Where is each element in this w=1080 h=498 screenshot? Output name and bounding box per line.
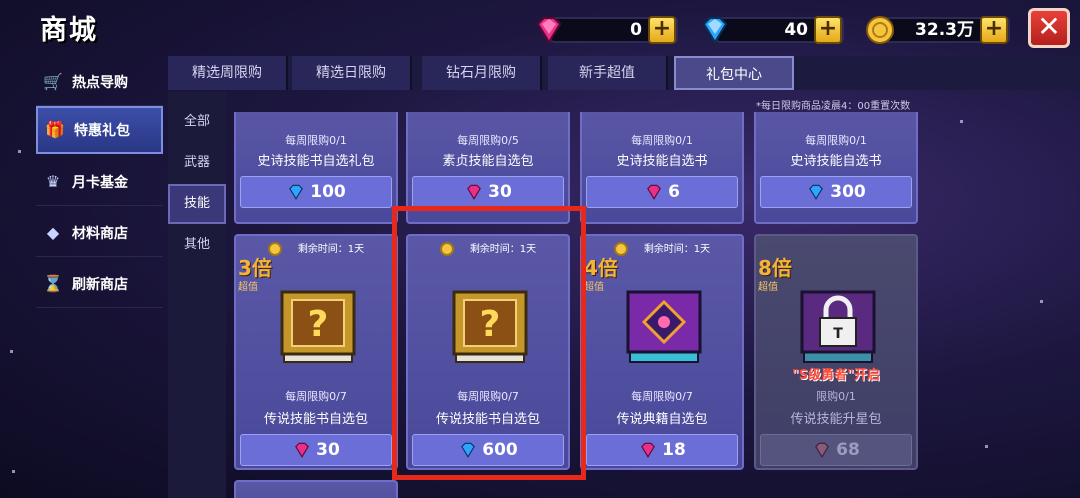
purchase-limit: 每周限购0/5 bbox=[457, 134, 519, 147]
add-gold-button[interactable]: + bbox=[980, 16, 1008, 44]
buy-button[interactable]: 300 bbox=[760, 176, 912, 208]
item-name: 传说技能升星包 bbox=[790, 412, 882, 427]
purchase-limit: 每周限购0/1 bbox=[285, 134, 347, 147]
legendary-tome-icon bbox=[626, 290, 702, 363]
item-name: 素贞技能自选包 bbox=[442, 154, 534, 169]
subcat-skill[interactable]: 技能 bbox=[168, 184, 226, 224]
item-name: 传说典籍自选包 bbox=[616, 412, 708, 427]
purchase-limit: 每周限购0/1 bbox=[631, 134, 693, 147]
item-name: 史诗技能自选书 bbox=[790, 154, 882, 169]
subcat-other[interactable]: 其他 bbox=[168, 225, 226, 265]
gift-card[interactable]: 剩余时间：1天 3倍 超值 ? 每周限购0/7 传说技能书自选包 30 bbox=[234, 234, 398, 470]
subcat-weapon[interactable]: 武器 bbox=[168, 143, 226, 183]
buy-button[interactable]: 6 bbox=[586, 176, 738, 208]
buy-button-disabled: 68 bbox=[760, 434, 912, 466]
left-sidebar: 🛒 热点导购 🎁 特惠礼包 ♛ 月卡基金 ◆ 材料商店 ⌛ 刷新商店 bbox=[36, 58, 163, 498]
hourglass-icon: ⌛ bbox=[43, 273, 63, 293]
close-button[interactable]: ✕ bbox=[1028, 8, 1070, 48]
sidebar-item-material-shop[interactable]: ◆ 材料商店 bbox=[36, 209, 163, 257]
buy-button[interactable]: 100 bbox=[240, 176, 392, 208]
sidebar-item-monthly-fund[interactable]: ♛ 月卡基金 bbox=[36, 158, 163, 206]
tab-gift-center[interactable]: 礼包中心 bbox=[674, 56, 794, 90]
add-pink-gem-button[interactable]: + bbox=[648, 16, 676, 44]
subcategory-list: 全部 武器 技能 其他 bbox=[168, 92, 226, 498]
value-multiplier: 4倍 bbox=[584, 256, 618, 280]
purchase-limit: 每周限购0/7 bbox=[285, 390, 347, 403]
pink-gem-icon bbox=[295, 442, 310, 458]
gift-card[interactable] bbox=[234, 480, 398, 498]
top-tabs: 精选周限购 精选日限购 钻石月限购 新手超值 礼包中心 bbox=[168, 56, 1080, 90]
gift-card[interactable]: 每周限购0/1 史诗技能自选书 6 bbox=[580, 112, 744, 224]
gold-coin-icon bbox=[866, 16, 894, 44]
price-value: 18 bbox=[662, 440, 686, 460]
price-value: 68 bbox=[836, 440, 860, 460]
pink-gem-icon bbox=[641, 442, 656, 458]
purchase-limit: 每周限购0/7 bbox=[631, 390, 693, 403]
reset-notice: *每日限购商品凌晨4：00重置次数 bbox=[756, 101, 911, 112]
top-header: 商城 0 + 40 + 32.3万 + ✕ bbox=[0, 0, 1080, 56]
gift-card[interactable]: 每周限购0/1 史诗技能自选书 300 bbox=[754, 112, 918, 224]
price-value: 300 bbox=[830, 182, 866, 202]
gem-icon: ◆ bbox=[46, 222, 60, 242]
diamond-counter: 40 + bbox=[698, 14, 846, 44]
price-value: 6 bbox=[668, 182, 680, 202]
value-badge: 超值 bbox=[238, 282, 258, 293]
pink-gem-icon bbox=[647, 184, 661, 200]
tab-diamond-monthly[interactable]: 钻石月限购 bbox=[422, 56, 542, 90]
sidebar-item-label: 特惠礼包 bbox=[74, 123, 130, 139]
crown-icon: ♛ bbox=[45, 171, 61, 191]
buy-button[interactable]: 30 bbox=[412, 176, 564, 208]
sidebar-item-label: 月卡基金 bbox=[72, 174, 128, 191]
sidebar-item-label: 刷新商店 bbox=[72, 276, 128, 293]
price-value: 30 bbox=[316, 440, 340, 460]
item-grid: 每周限购0/1 史诗技能书自选礼包 100 每周限购0/5 素贞技能自选包 30… bbox=[228, 112, 1080, 498]
price-value: 30 bbox=[488, 182, 512, 202]
svg-text:?: ? bbox=[308, 304, 329, 345]
item-name: 传说技能书自选包 bbox=[263, 412, 368, 427]
gold-counter: 32.3万 + bbox=[864, 14, 1012, 44]
pink-gem-counter: 0 + bbox=[532, 14, 680, 44]
sidebar-item-special-gift[interactable]: 🎁 特惠礼包 bbox=[36, 106, 163, 154]
value-multiplier: 3倍 bbox=[238, 256, 272, 280]
sidebar-item-label: 热点导购 bbox=[72, 74, 128, 91]
purchase-limit: 限购0/1 bbox=[816, 390, 856, 403]
buy-button[interactable]: 30 bbox=[240, 434, 392, 466]
gift-card-locked[interactable]: 8倍 超值 T "S级勇者"开启 限购0/1 传说技能升星包 68 bbox=[754, 234, 918, 470]
locked-star-book-icon: T bbox=[800, 290, 876, 363]
svg-text:T: T bbox=[833, 326, 843, 342]
pink-gem-icon bbox=[536, 17, 562, 44]
highlight-box bbox=[392, 206, 586, 480]
value-multiplier: 8倍 bbox=[758, 256, 792, 280]
gift-icon: 🎁 bbox=[45, 120, 65, 139]
item-name: 史诗技能书自选礼包 bbox=[257, 154, 375, 169]
gift-card[interactable]: 剩余时间：1天 4倍 超值 每周限购0/7 传说典籍自选包 18 bbox=[580, 234, 744, 470]
cart-icon: 🛒 bbox=[43, 71, 63, 91]
gift-card[interactable]: 每周限购0/1 史诗技能书自选礼包 100 bbox=[234, 112, 398, 224]
add-diamond-button[interactable]: + bbox=[814, 16, 842, 44]
unlock-requirement: "S级勇者"开启 bbox=[792, 368, 880, 383]
sidebar-item-refresh-shop[interactable]: ⌛ 刷新商店 bbox=[36, 260, 163, 308]
item-name: 史诗技能自选书 bbox=[616, 154, 708, 169]
mystery-skill-book-icon: ? bbox=[280, 290, 356, 363]
blue-diamond-icon bbox=[809, 184, 824, 200]
pink-gem-icon bbox=[467, 184, 482, 200]
sidebar-item-label: 材料商店 bbox=[72, 225, 128, 242]
subcat-all[interactable]: 全部 bbox=[168, 102, 226, 142]
value-badge: 超值 bbox=[758, 282, 778, 293]
blue-diamond-icon bbox=[702, 17, 728, 44]
value-badge: 超值 bbox=[584, 282, 604, 293]
blue-diamond-icon bbox=[289, 184, 304, 200]
page-title: 商城 bbox=[40, 15, 98, 46]
tab-newbie-value[interactable]: 新手超值 bbox=[548, 56, 668, 90]
tab-weekly-select[interactable]: 精选周限购 bbox=[168, 56, 288, 90]
tab-daily-select[interactable]: 精选日限购 bbox=[292, 56, 412, 90]
purchase-limit: 每周限购0/1 bbox=[805, 134, 867, 147]
price-value: 100 bbox=[310, 182, 346, 202]
buy-button[interactable]: 18 bbox=[586, 434, 738, 466]
sidebar-item-hot-guide[interactable]: 🛒 热点导购 bbox=[36, 58, 163, 106]
pink-gem-icon bbox=[815, 442, 830, 458]
